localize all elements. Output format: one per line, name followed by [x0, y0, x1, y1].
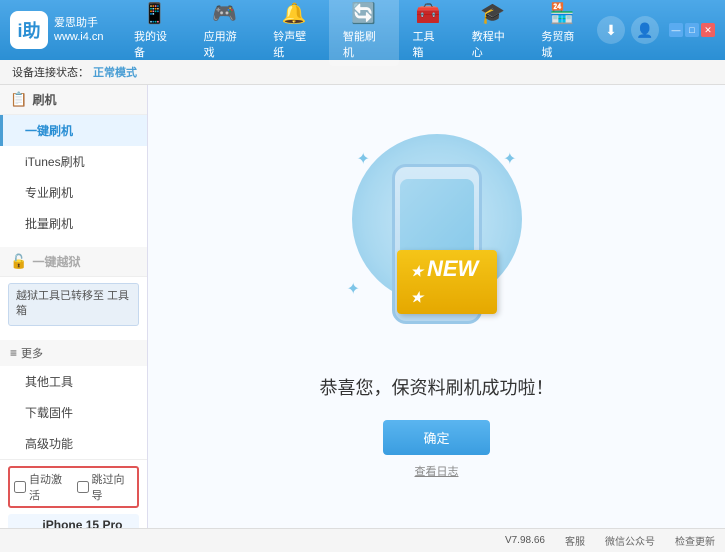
- footer: V7.98.66 客服 微信公众号 检查更新: [0, 528, 725, 552]
- sidebar-item-one-click-flash[interactable]: 一键刷机: [0, 115, 147, 146]
- status-value: 正常模式: [93, 64, 137, 80]
- nav-my-device[interactable]: 📱 我的设备: [120, 0, 190, 66]
- footer-link-support[interactable]: 客服: [565, 533, 585, 548]
- user-icon: 👤: [636, 22, 653, 39]
- device-area: 自动激活 跳过向导 📱 iPhone 15 Pro Max 512GB iPho…: [0, 459, 147, 528]
- sidebar: 📋 刷机 一键刷机 iTunes刷机 专业刷机 批量刷机 🔓 一键越狱 越狱工具…: [0, 85, 148, 528]
- header: i助 爱思助手 www.i4.cn 📱 我的设备 🎮 应用游戏 🔔 铃声壁纸 🔄…: [0, 0, 725, 60]
- refresh-icon: 🔄: [351, 1, 376, 26]
- confirm-button[interactable]: 确定: [383, 420, 489, 455]
- new-badge: NEW: [397, 250, 497, 314]
- auto-row: 自动激活 跳过向导: [8, 466, 139, 508]
- gamepad-icon: 🎮: [212, 1, 237, 26]
- sidebar-item-download-firmware[interactable]: 下载固件: [0, 397, 147, 428]
- nav-smart-flash[interactable]: 🔄 智能刷机: [329, 0, 399, 66]
- nav-ringtone[interactable]: 🔔 铃声壁纸: [259, 0, 329, 66]
- sparkle-icon-3: ✦: [347, 279, 360, 299]
- success-image: ✦ ✦ ✦ NEW: [337, 134, 537, 354]
- toolbox-icon: 🧰: [416, 1, 441, 26]
- flash-section-icon: 📋: [10, 91, 27, 108]
- sidebar-item-advanced[interactable]: 高级功能: [0, 428, 147, 459]
- log-link[interactable]: 查看日志: [415, 463, 459, 479]
- main-layout: 📋 刷机 一键刷机 iTunes刷机 专业刷机 批量刷机 🔓 一键越狱 越狱工具…: [0, 85, 725, 528]
- guide-restore-checkbox[interactable]: 跳过向导: [77, 471, 134, 503]
- auto-activate-checkbox[interactable]: 自动激活: [14, 471, 71, 503]
- close-button[interactable]: ✕: [701, 23, 715, 37]
- user-button[interactable]: 👤: [631, 16, 659, 44]
- graduation-icon: 🎓: [480, 1, 505, 26]
- nav-toolbox[interactable]: 🧰 工具箱: [399, 0, 458, 66]
- nav-items: 📱 我的设备 🎮 应用游戏 🔔 铃声壁纸 🔄 智能刷机 🧰 工具箱 🎓 教程中心…: [120, 0, 597, 66]
- store-icon: 🏪: [550, 1, 575, 26]
- sparkle-icon-2: ✦: [503, 149, 516, 169]
- logo-icon: i助: [10, 11, 48, 49]
- download-icon: ⬇: [605, 22, 617, 39]
- sidebar-item-itunes-flash[interactable]: iTunes刷机: [0, 146, 147, 177]
- jailbreak-notice: 越狱工具已转移至 工具箱: [8, 283, 139, 326]
- sidebar-item-pro-flash[interactable]: 专业刷机: [0, 177, 147, 208]
- phone-icon: 📱: [142, 1, 167, 26]
- sidebar-item-batch-flash[interactable]: 批量刷机: [0, 208, 147, 239]
- sidebar-section-jailbreak: 🔓 一键越狱: [0, 247, 147, 277]
- nav-app-games[interactable]: 🎮 应用游戏: [190, 0, 260, 66]
- maximize-button[interactable]: □: [685, 23, 699, 37]
- sparkle-icon-1: ✦: [357, 149, 370, 169]
- download-button[interactable]: ⬇: [597, 16, 625, 44]
- version-label: V7.98.66: [505, 535, 545, 546]
- bell-icon: 🔔: [282, 1, 307, 26]
- window-controls: — □ ✕: [669, 23, 715, 37]
- footer-link-wechat[interactable]: 微信公众号: [605, 533, 655, 548]
- logo-area: i助 爱思助手 www.i4.cn: [10, 11, 120, 49]
- logo-text: 爱思助手 www.i4.cn: [54, 16, 104, 45]
- auto-options-box: 自动激活 跳过向导: [8, 466, 139, 508]
- content-area: ✦ ✦ ✦ NEW 恭喜您，保资料刷机成功啦！ 确定 查看日志: [148, 85, 725, 528]
- sidebar-section-flash: 📋 刷机: [0, 85, 147, 115]
- sidebar-item-other-tools[interactable]: 其他工具: [0, 366, 147, 397]
- jailbreak-icon: 🔓: [10, 253, 27, 270]
- sidebar-section-more: ≡ 更多: [0, 340, 147, 366]
- device-text: iPhone 15 Pro Max 512GB iPhone: [42, 518, 133, 528]
- device-info: 📱 iPhone 15 Pro Max 512GB iPhone: [8, 514, 139, 528]
- status-label: 设备连接状态：: [12, 64, 89, 80]
- nav-tutorial[interactable]: 🎓 教程中心: [458, 0, 528, 66]
- device-name: iPhone 15 Pro Max: [42, 518, 133, 528]
- nav-service[interactable]: 🏪 务贸商城: [527, 0, 597, 66]
- minimize-button[interactable]: —: [669, 23, 683, 37]
- auto-activate-input[interactable]: [14, 481, 26, 493]
- success-message: 恭喜您，保资料刷机成功啦！: [320, 374, 554, 400]
- more-section-icon: ≡: [10, 346, 17, 360]
- guide-restore-input[interactable]: [77, 481, 89, 493]
- header-right: ⬇ 👤 — □ ✕: [597, 16, 715, 44]
- footer-link-update[interactable]: 检查更新: [675, 533, 715, 548]
